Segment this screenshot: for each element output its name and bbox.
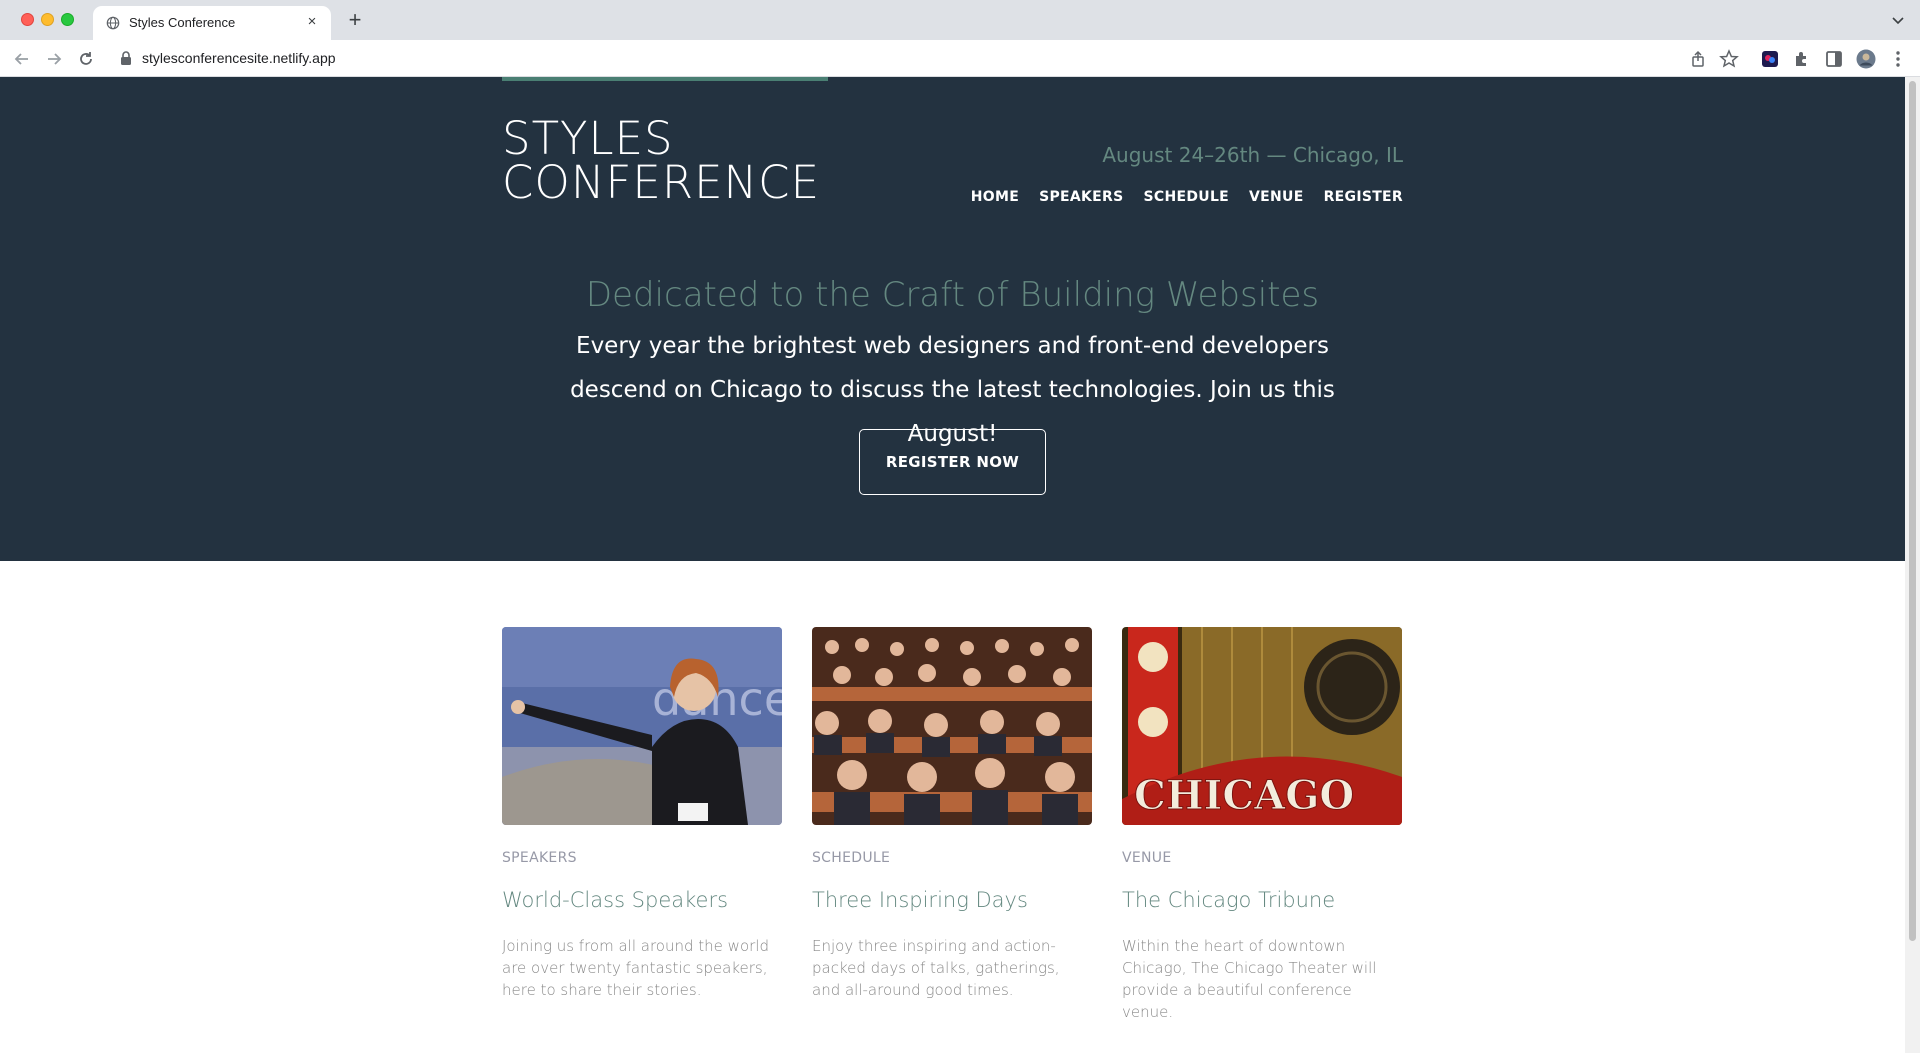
close-window-button[interactable] bbox=[21, 13, 34, 26]
browser-toolbar: stylesconferencesite.netlify.app bbox=[0, 40, 1920, 77]
register-now-button[interactable]: REGISTER NOW bbox=[859, 429, 1046, 495]
logo-line-2: CONFERENCE bbox=[502, 156, 821, 209]
audience-photo[interactable] bbox=[812, 627, 1092, 825]
minimize-window-button[interactable] bbox=[41, 13, 54, 26]
chicago-theater-sign-photo[interactable]: CHICAGO bbox=[1122, 627, 1402, 825]
speakers-description: Joining us from all around the world are… bbox=[502, 937, 769, 999]
url-text[interactable]: stylesconferencesite.netlify.app bbox=[142, 50, 336, 66]
star-icon[interactable] bbox=[1719, 49, 1739, 69]
logo-line-1: STYLES bbox=[502, 112, 674, 165]
hero-section: STYLES CONFERENCE August 24–26th — Chica… bbox=[0, 77, 1905, 561]
extension-app-icon[interactable] bbox=[1760, 49, 1780, 69]
chevron-down-icon[interactable] bbox=[1890, 12, 1906, 28]
globe-icon bbox=[106, 16, 120, 30]
nav-venue[interactable]: VENUE bbox=[1249, 189, 1304, 205]
venue-label: VENUE bbox=[1122, 850, 1172, 866]
main-navigation: HOME SPEAKERS SCHEDULE VENUE REGISTER bbox=[971, 189, 1403, 205]
venue-title[interactable]: The Chicago Tribune bbox=[1122, 888, 1402, 912]
site-logo[interactable]: STYLES CONFERENCE bbox=[502, 112, 842, 209]
speakers-label: SPEAKERS bbox=[502, 850, 577, 866]
lock-icon[interactable] bbox=[120, 51, 132, 65]
speakers-title[interactable]: World-Class Speakers bbox=[502, 888, 782, 912]
schedule-label: SCHEDULE bbox=[812, 850, 891, 866]
event-dates: August 24–26th — Chicago, IL bbox=[1102, 143, 1403, 167]
schedule-column: SCHEDULE Three Inspiring Days Enjoy thre… bbox=[812, 627, 1092, 1001]
nav-register[interactable]: REGISTER bbox=[1324, 189, 1403, 205]
side-panel-icon[interactable] bbox=[1824, 49, 1844, 69]
scrollbar-thumb[interactable] bbox=[1909, 81, 1916, 941]
logo-accent-bar bbox=[502, 77, 828, 81]
reload-icon[interactable] bbox=[76, 49, 96, 69]
forward-arrow-icon[interactable] bbox=[44, 49, 64, 69]
maximize-window-button[interactable] bbox=[61, 13, 74, 26]
chicago-sign-text: CHICAGO bbox=[1134, 772, 1354, 819]
back-arrow-icon[interactable] bbox=[12, 49, 32, 69]
feature-columns: dance SPEAKERS World-Class Speakers Join… bbox=[502, 627, 1402, 1047]
speakers-column: dance SPEAKERS World-Class Speakers Join… bbox=[502, 627, 782, 1001]
profile-avatar-icon[interactable] bbox=[1856, 49, 1876, 69]
close-tab-icon[interactable]: × bbox=[303, 13, 321, 31]
venue-description: Within the heart of downtown Chicago, Th… bbox=[1122, 937, 1377, 1021]
browser-tab-bar: Styles Conference × + bbox=[0, 0, 1920, 40]
new-tab-button[interactable]: + bbox=[344, 9, 366, 32]
hero-tagline: Dedicated to the Craft of Building Websi… bbox=[585, 275, 1320, 315]
page-scrollbar[interactable] bbox=[1905, 77, 1920, 1053]
web-page: STYLES CONFERENCE August 24–26th — Chica… bbox=[0, 77, 1905, 1053]
share-icon[interactable] bbox=[1688, 49, 1708, 69]
address-bar[interactable]: stylesconferencesite.netlify.app bbox=[110, 44, 1770, 72]
schedule-description: Enjoy three inspiring and action-packed … bbox=[812, 937, 1060, 999]
nav-schedule[interactable]: SCHEDULE bbox=[1144, 189, 1230, 205]
nav-home[interactable]: HOME bbox=[971, 189, 1019, 205]
browser-tab[interactable]: Styles Conference × bbox=[93, 6, 331, 40]
schedule-title[interactable]: Three Inspiring Days bbox=[812, 888, 1092, 912]
venue-column: CHICAGO VENUE The Chicago Tribune Within… bbox=[1122, 627, 1402, 1023]
tab-title: Styles Conference bbox=[129, 15, 236, 30]
speaker-photo[interactable]: dance bbox=[502, 627, 782, 825]
menu-kebab-icon[interactable] bbox=[1888, 49, 1908, 69]
nav-speakers[interactable]: SPEAKERS bbox=[1039, 189, 1123, 205]
puzzle-extensions-icon[interactable] bbox=[1792, 49, 1812, 69]
